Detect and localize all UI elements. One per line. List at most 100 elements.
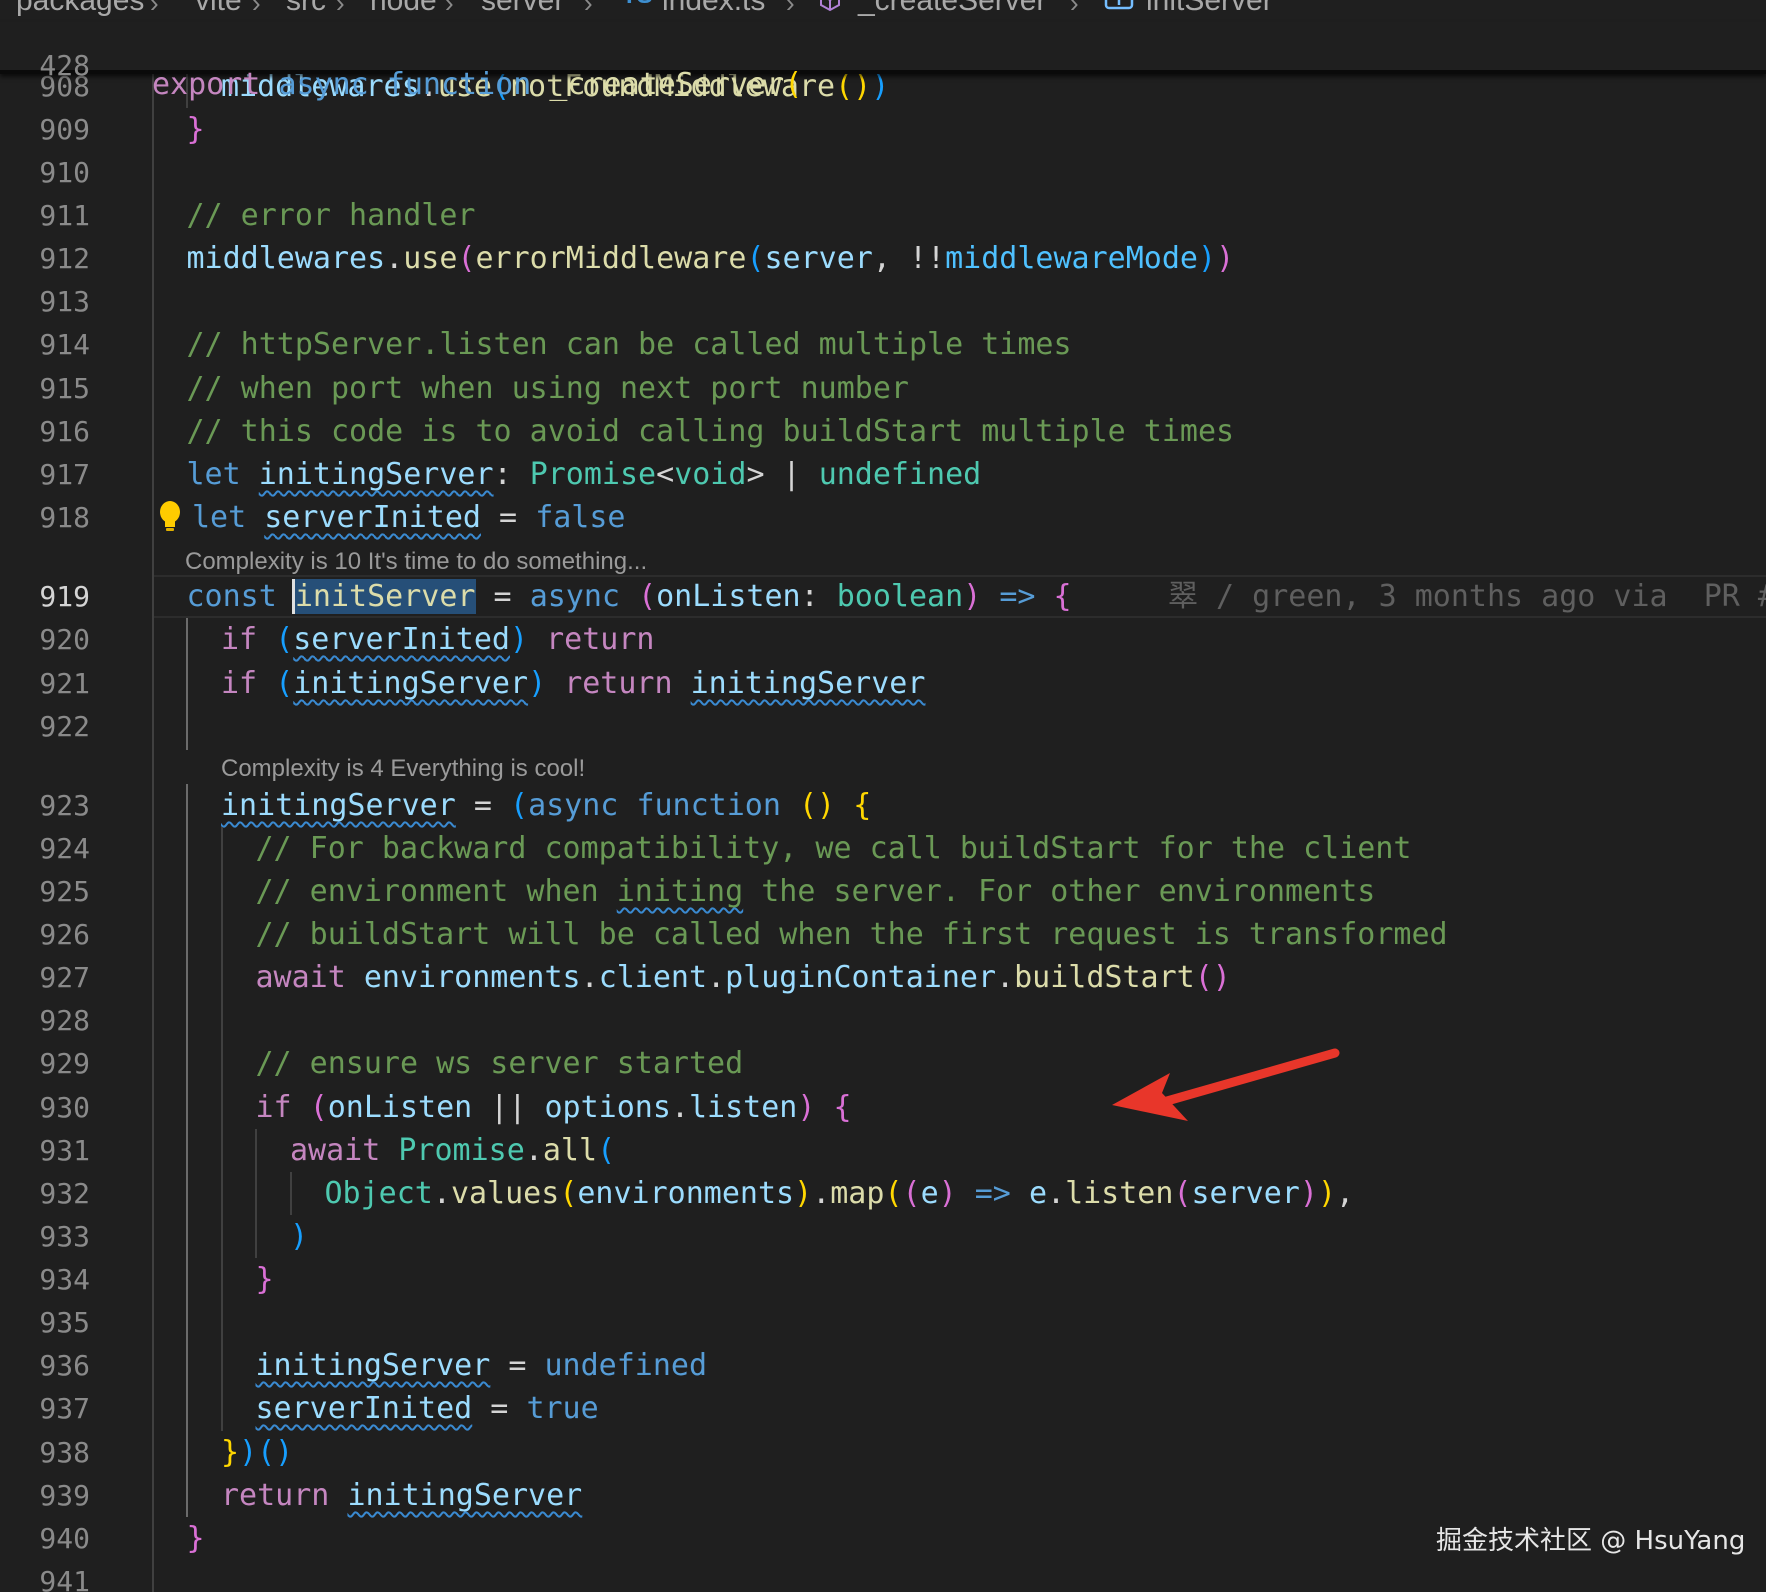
code-token: function [636, 788, 781, 823]
breadcrumb-item-function[interactable]: _createServer [858, 0, 1046, 18]
code-text[interactable]: middlewares.use(errorMiddleware(server, … [187, 237, 1235, 280]
breadcrumb-item-server[interactable]: server [481, 0, 564, 18]
code-token: . [707, 960, 726, 995]
code-text[interactable]: } [187, 108, 205, 151]
code-line[interactable]: 923 initingServer = (async function () { [0, 784, 1766, 827]
code-lens-complexity[interactable]: Complexity is 4 Everything is cool! [221, 755, 585, 783]
code-text[interactable]: // buildStart will be called when the fi… [256, 913, 1448, 956]
code-line[interactable]: 939 return initingServer [0, 1474, 1766, 1517]
code-line[interactable]: 937 serverInited = true [0, 1387, 1766, 1430]
code-text[interactable]: const initServer = async (onListen: bool… [187, 575, 1072, 618]
breadcrumb-item-src[interactable]: src [286, 0, 326, 18]
code-token: values [450, 1176, 560, 1211]
code-line[interactable]: 914 // httpServer.listen can be called mu… [0, 323, 1766, 366]
code-text[interactable]: let serverInited = false [192, 496, 626, 539]
code-token: () [1194, 960, 1231, 995]
code-text[interactable]: if (serverInited) return [221, 618, 655, 661]
code-text[interactable]: // ensure ws server started [256, 1042, 744, 1085]
code-text[interactable]: } [187, 1517, 205, 1560]
code-line[interactable]: 909} [0, 108, 1766, 151]
code-line[interactable]: 921 if (initingServer) return initingServ… [0, 662, 1766, 705]
code-text[interactable]: await environments.client.pluginContaine… [256, 956, 1231, 999]
code-token: // error handler [186, 198, 476, 233]
code-text[interactable]: // when port when using next port number [187, 367, 909, 410]
line-number: 913 [39, 285, 90, 318]
code-text[interactable]: })() [221, 1431, 293, 1474]
code-text[interactable]: let initingServer: Promise<void> | undef… [187, 453, 982, 496]
line-number: 935 [39, 1306, 90, 1339]
code-text[interactable]: Object.values(environments).map((e) => e… [325, 1172, 1355, 1215]
code-line[interactable]: 931 await Promise.all( [0, 1129, 1766, 1172]
breadcrumb-item-node[interactable]: node [370, 0, 437, 18]
code-line[interactable]: 930 if (onListen || options.listen) { [0, 1086, 1766, 1129]
breadcrumb-item-file[interactable]: index.ts [662, 0, 765, 18]
code-token: initingServer [221, 788, 456, 823]
code-line[interactable]: 933) [0, 1215, 1766, 1258]
breadcrumb-separator: › [786, 0, 795, 18]
code-token: ) [528, 666, 547, 701]
code-token: server [764, 241, 873, 276]
code-text[interactable]: // httpServer.listen can be called multi… [187, 323, 1072, 366]
breadcrumb-item-vite[interactable]: vite [195, 0, 242, 18]
code-line[interactable]: 934} [0, 1258, 1766, 1301]
code-line[interactable]: 917 let initingServer: Promise<void> | un… [0, 453, 1766, 496]
code-text[interactable]: if (onListen || options.listen) { [256, 1086, 852, 1129]
code-line[interactable]: 926 // buildStart will be called when the… [0, 913, 1766, 956]
code-line[interactable]: 911 // error handler [0, 194, 1766, 237]
sticky-line[interactable]: 428 export async function _createServer( [0, 25, 1766, 102]
code-token: // environment when [255, 874, 617, 909]
code-token: < [656, 457, 675, 492]
code-line[interactable]: 925 // environment when initing the serve… [0, 870, 1766, 913]
code-line[interactable]: 916 // this code is to avoid calling buil… [0, 410, 1766, 453]
breadcrumb-item-variable[interactable]: initServer [1146, 0, 1273, 18]
code-line[interactable]: 920 if (serverInited) return [0, 618, 1766, 661]
code-token: if [221, 666, 258, 701]
code-text[interactable]: // environment when initing the server. … [256, 870, 1376, 913]
code-line[interactable]: 938})() [0, 1431, 1766, 1474]
indent-guide [290, 1172, 292, 1215]
code-line[interactable]: 910 [0, 151, 1766, 194]
code-line[interactable]: 929 // ensure ws server started [0, 1042, 1766, 1085]
code-line[interactable]: 922 [0, 705, 1766, 748]
code-line[interactable]: 918 let serverInited = false [0, 496, 1766, 539]
breadcrumb-item-packages[interactable]: packages [16, 0, 144, 18]
code-lens-complexity[interactable]: Complexity is 10 It's time to do somethi… [185, 548, 647, 576]
code-text[interactable]: // this code is to avoid calling buildSt… [187, 410, 1235, 453]
code-line[interactable]: 936 initingServer = undefined [0, 1344, 1766, 1387]
code-line[interactable]: 935 [0, 1301, 1766, 1344]
code-token: serverInited [255, 1391, 473, 1426]
lightbulb-icon[interactable] [158, 500, 182, 534]
code-line[interactable]: 941 [0, 1560, 1766, 1592]
code-text[interactable]: if (initingServer) return initingServer [221, 662, 925, 705]
code-token: { [853, 788, 872, 823]
sticky-scroll-header[interactable]: 428 export async function _createServer( [0, 22, 1766, 102]
code-line[interactable]: 928 [0, 999, 1766, 1042]
code-text[interactable]: // For backward compatibility, we call b… [256, 827, 1412, 870]
code-text[interactable]: } [256, 1258, 274, 1301]
code-token: initingServer [293, 666, 529, 701]
code-text[interactable]: export async function _createServer( [152, 63, 802, 106]
code-text[interactable]: initingServer = undefined [256, 1344, 708, 1387]
code-token: => [974, 1176, 1011, 1211]
line-number: 917 [39, 458, 90, 491]
code-line[interactable]: 927 await environments.client.pluginConta… [0, 956, 1766, 999]
code-line[interactable]: 932 Object.values(environments).map((e) =… [0, 1172, 1766, 1215]
code-token: environments [363, 960, 581, 995]
code-text[interactable]: // error handler [187, 194, 476, 237]
code-text[interactable]: return initingServer [221, 1474, 582, 1517]
code-text[interactable]: initingServer = (async function () { [221, 784, 871, 827]
code-line[interactable]: 913 [0, 280, 1766, 323]
code-token: ( [884, 1176, 903, 1211]
code-text[interactable]: await Promise.all( [290, 1129, 615, 1172]
code-token: export [152, 67, 261, 102]
code-text[interactable]: ) [290, 1215, 308, 1258]
code-line[interactable]: 915 // when port when using next port num… [0, 367, 1766, 410]
code-text[interactable]: serverInited = true [256, 1387, 599, 1430]
code-line[interactable]: 912 middlewares.use(errorMiddleware(serve… [0, 237, 1766, 280]
code-line[interactable]: 924 // For backward compatibility, we cal… [0, 827, 1766, 870]
code-token: server [1191, 1176, 1300, 1211]
